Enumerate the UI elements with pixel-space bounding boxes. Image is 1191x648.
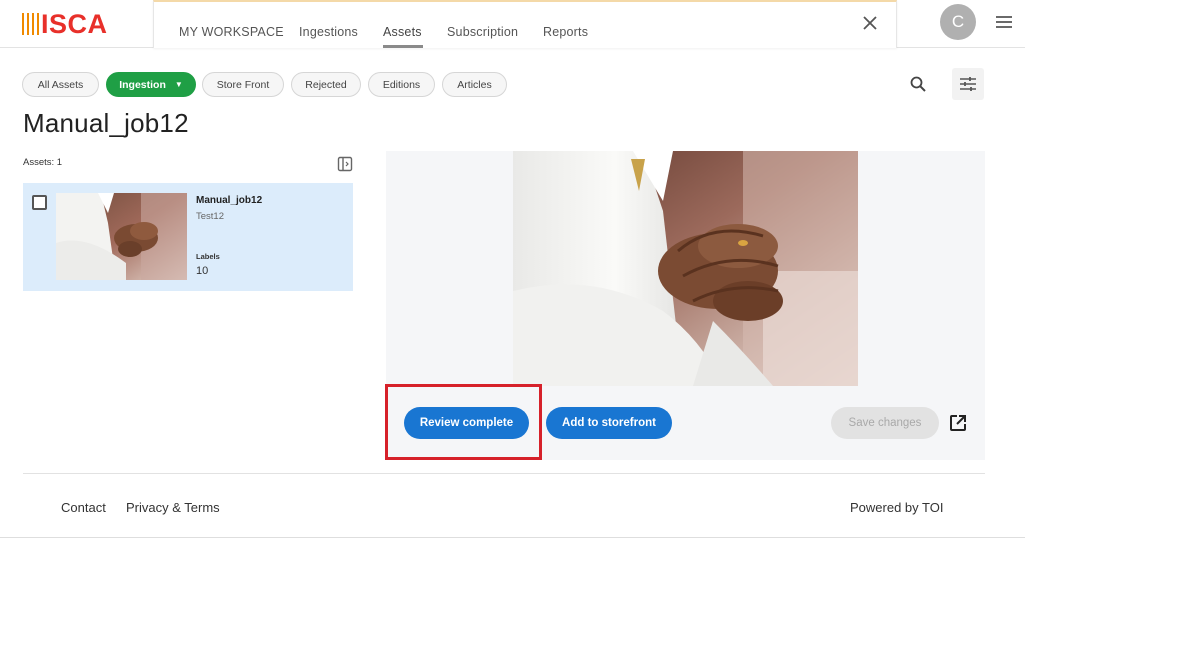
footer-divider [23,473,985,474]
nav-ingestions[interactable]: Ingestions [299,25,358,39]
main-nav: MY WORKSPACE Ingestions Assets Subscript… [153,0,897,48]
chip-label: Ingestion [119,78,166,91]
filter-chip-articles[interactable]: Articles [442,72,507,97]
close-icon[interactable] [858,11,882,35]
panel-toggle-icon[interactable] [337,156,353,172]
add-to-storefront-button[interactable]: Add to storefront [546,407,672,439]
logo-bars-icon [22,13,39,35]
footer-powered-by: Powered by TOI [850,500,944,515]
chip-label: All Assets [37,78,84,91]
filter-chip-store-front[interactable]: Store Front [202,72,284,97]
filter-chip-rejected[interactable]: Rejected [291,72,361,97]
nav-assets[interactable]: Assets [383,25,422,39]
nav-reports[interactable]: Reports [543,25,588,39]
asset-subtitle: Test12 [196,211,224,222]
asset-name: Manual_job12 [196,195,263,206]
filter-chip-ingestion[interactable]: Ingestion ▼ [106,72,196,97]
nav-subscription[interactable]: Subscription [447,25,518,39]
filter-chip-all-assets[interactable]: All Assets [22,72,99,97]
asset-labels-count: 10 [196,265,209,277]
logo-text: ISCA [41,8,108,39]
filter-chip-editions[interactable]: Editions [368,72,435,97]
chip-label: Rejected [305,78,347,91]
dropdown-caret-icon: ▼ [174,80,183,89]
footer-privacy-terms-link[interactable]: Privacy & Terms [126,500,220,515]
nav-my-workspace[interactable]: MY WORKSPACE [179,25,284,39]
asset-labels-heading: Labels [196,252,220,261]
save-changes-button[interactable]: Save changes [831,407,939,439]
asset-thumbnail [56,193,187,280]
asset-select-checkbox[interactable] [32,195,47,210]
search-icon[interactable] [902,68,934,100]
chip-label: Editions [382,78,421,91]
asset-preview-image [513,151,858,386]
open-in-new-icon[interactable] [948,413,968,433]
filter-sliders-icon[interactable] [952,68,984,100]
asset-list-item[interactable]: Manual_job12 Test12 Labels 10 [23,183,353,291]
page-bottom-divider [0,537,1025,538]
user-avatar[interactable]: C [940,4,976,40]
hamburger-menu-icon[interactable] [993,12,1015,32]
page-title: Manual_job12 [23,108,189,138]
review-complete-button[interactable]: Review complete [404,407,529,439]
nav-active-indicator [383,45,423,48]
footer-contact-link[interactable]: Contact [61,500,106,515]
assets-count: Assets: 1 [23,157,63,168]
chip-label: Articles [457,78,492,91]
brand-logo[interactable]: ISCA [0,0,152,48]
chip-label: Store Front [216,78,270,91]
app-header: ISCA MY WORKSPACE Ingestions Assets Subs… [0,0,1025,48]
